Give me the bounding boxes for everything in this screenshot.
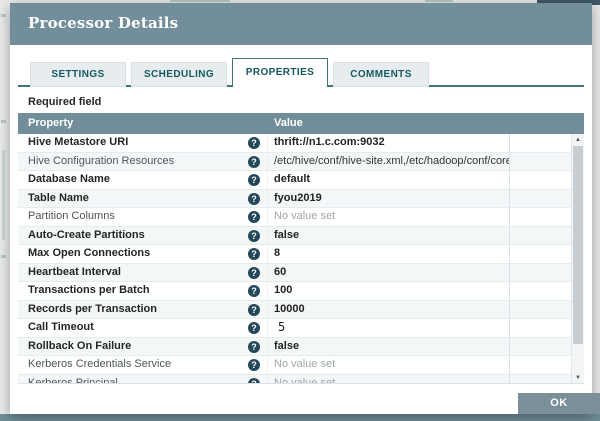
required-field-note: Required field bbox=[28, 96, 102, 108]
property-name: Hive Metastore URI? bbox=[18, 134, 268, 152]
properties-table: Property Value Hive Metastore URI? thrift… bbox=[18, 113, 584, 384]
table-row: Table Name? fyou2019 bbox=[18, 189, 584, 208]
help-icon[interactable]: ? bbox=[248, 266, 260, 279]
property-name: Database Name? bbox=[18, 171, 268, 189]
property-name: Transactions per Batch? bbox=[18, 282, 268, 300]
processor-details-dialog: Processor Details SETTINGS SCHEDULING PROP… bbox=[10, 3, 592, 414]
help-icon[interactable]: ? bbox=[248, 229, 260, 242]
table-row: Partition Columns? No value set bbox=[18, 208, 584, 227]
property-value: 8 bbox=[268, 245, 510, 263]
property-value: false bbox=[268, 226, 510, 244]
property-value: default bbox=[268, 171, 510, 189]
property-value: fyou2019 bbox=[268, 189, 510, 207]
help-icon[interactable]: ? bbox=[248, 377, 260, 383]
help-icon[interactable]: ? bbox=[248, 303, 260, 316]
table-row: Call Timeout? 5 bbox=[18, 319, 584, 338]
property-name: Partition Columns? bbox=[18, 208, 268, 226]
background-canvas-fragment bbox=[1, 255, 6, 258]
tab-scheduling[interactable]: SCHEDULING bbox=[131, 62, 227, 87]
property-name: Hive Configuration Resources? bbox=[18, 152, 268, 170]
table-row: Hive Metastore URI? thrift://n1.c.com:903… bbox=[18, 134, 584, 153]
property-value: No value set bbox=[268, 208, 510, 226]
property-name: Max Open Connections? bbox=[18, 245, 268, 263]
property-name: Kerberos Credentials Service? bbox=[18, 356, 268, 374]
help-icon[interactable]: ? bbox=[248, 192, 260, 205]
ok-button[interactable]: OK bbox=[518, 393, 600, 414]
help-icon[interactable]: ? bbox=[248, 248, 260, 260]
background-canvas-fragment bbox=[1, 120, 6, 123]
property-name: Kerberos Principal? bbox=[18, 374, 268, 383]
table-row: Database Name? default bbox=[18, 171, 584, 190]
table-row: Transactions per Batch? 100 bbox=[18, 282, 584, 301]
help-icon[interactable]: ? bbox=[248, 137, 260, 149]
property-value: 10000 bbox=[268, 300, 510, 318]
table-row: Heartbeat Interval? 60 bbox=[18, 263, 584, 282]
dialog-title: Processor Details bbox=[28, 14, 179, 32]
scrollbar-thumb[interactable] bbox=[573, 146, 583, 344]
table-row: Rollback On Failure? false bbox=[18, 337, 584, 356]
property-name: Table Name? bbox=[18, 189, 268, 207]
help-icon[interactable]: ? bbox=[248, 211, 260, 223]
tab-properties[interactable]: PROPERTIES bbox=[232, 58, 328, 87]
help-icon[interactable]: ? bbox=[248, 359, 260, 371]
property-name: Records per Transaction? bbox=[18, 300, 268, 318]
table-header-row: Property Value bbox=[18, 113, 584, 134]
table-row: Max Open Connections? 8 bbox=[18, 245, 584, 264]
background-canvas-fragment bbox=[1, 14, 6, 17]
property-name: Heartbeat Interval? bbox=[18, 263, 268, 281]
property-value: 5 bbox=[268, 319, 510, 337]
scroll-up-icon[interactable]: ▲ bbox=[572, 135, 584, 145]
help-icon[interactable]: ? bbox=[248, 174, 260, 186]
tab-comments[interactable]: COMMENTS bbox=[333, 62, 429, 87]
tab-settings[interactable]: SETTINGS bbox=[30, 62, 126, 87]
help-icon[interactable]: ? bbox=[248, 285, 260, 297]
property-name: Auto-Create Partitions? bbox=[18, 226, 268, 244]
table-row: Kerberos Credentials Service? No value se… bbox=[18, 356, 584, 375]
table-row: Kerberos Principal? No value set bbox=[18, 374, 584, 383]
help-icon[interactable]: ? bbox=[248, 340, 260, 353]
property-value: 100 bbox=[268, 282, 510, 300]
property-value: 60 bbox=[268, 263, 510, 281]
help-icon[interactable]: ? bbox=[248, 322, 260, 334]
property-value: /etc/hive/conf/hive-site.xml,/etc/hadoop… bbox=[268, 152, 510, 170]
column-header-value: Value bbox=[274, 117, 303, 129]
property-value: No value set bbox=[268, 374, 510, 383]
property-value: No value set bbox=[268, 356, 510, 374]
table-row: Records per Transaction? 10000 bbox=[18, 300, 584, 319]
background-bottom-strip bbox=[0, 414, 600, 421]
property-value: false bbox=[268, 337, 510, 355]
table-row: Hive Configuration Resources?/etc/hive/c… bbox=[18, 152, 584, 171]
background-canvas-fragment bbox=[425, 0, 453, 2]
background-connection-line bbox=[2, 150, 5, 240]
background-canvas-fragment bbox=[170, 0, 230, 2]
help-icon[interactable]: ? bbox=[248, 155, 260, 168]
property-value: thrift://n1.c.com:9032 bbox=[268, 134, 510, 152]
column-header-property: Property bbox=[28, 117, 74, 129]
property-name: Rollback On Failure? bbox=[18, 337, 268, 355]
table-body: Hive Metastore URI? thrift://n1.c.com:903… bbox=[18, 134, 584, 384]
table-row: Auto-Create Partitions? false bbox=[18, 226, 584, 245]
tab-bar: SETTINGS SCHEDULING PROPERTIES COMMENTS bbox=[18, 58, 584, 87]
dialog-header: Processor Details bbox=[10, 3, 592, 45]
table-scrollbar[interactable]: ▲ ▼ bbox=[571, 134, 584, 383]
scroll-down-icon[interactable]: ▼ bbox=[572, 373, 584, 383]
property-name: Call Timeout? bbox=[18, 319, 268, 337]
